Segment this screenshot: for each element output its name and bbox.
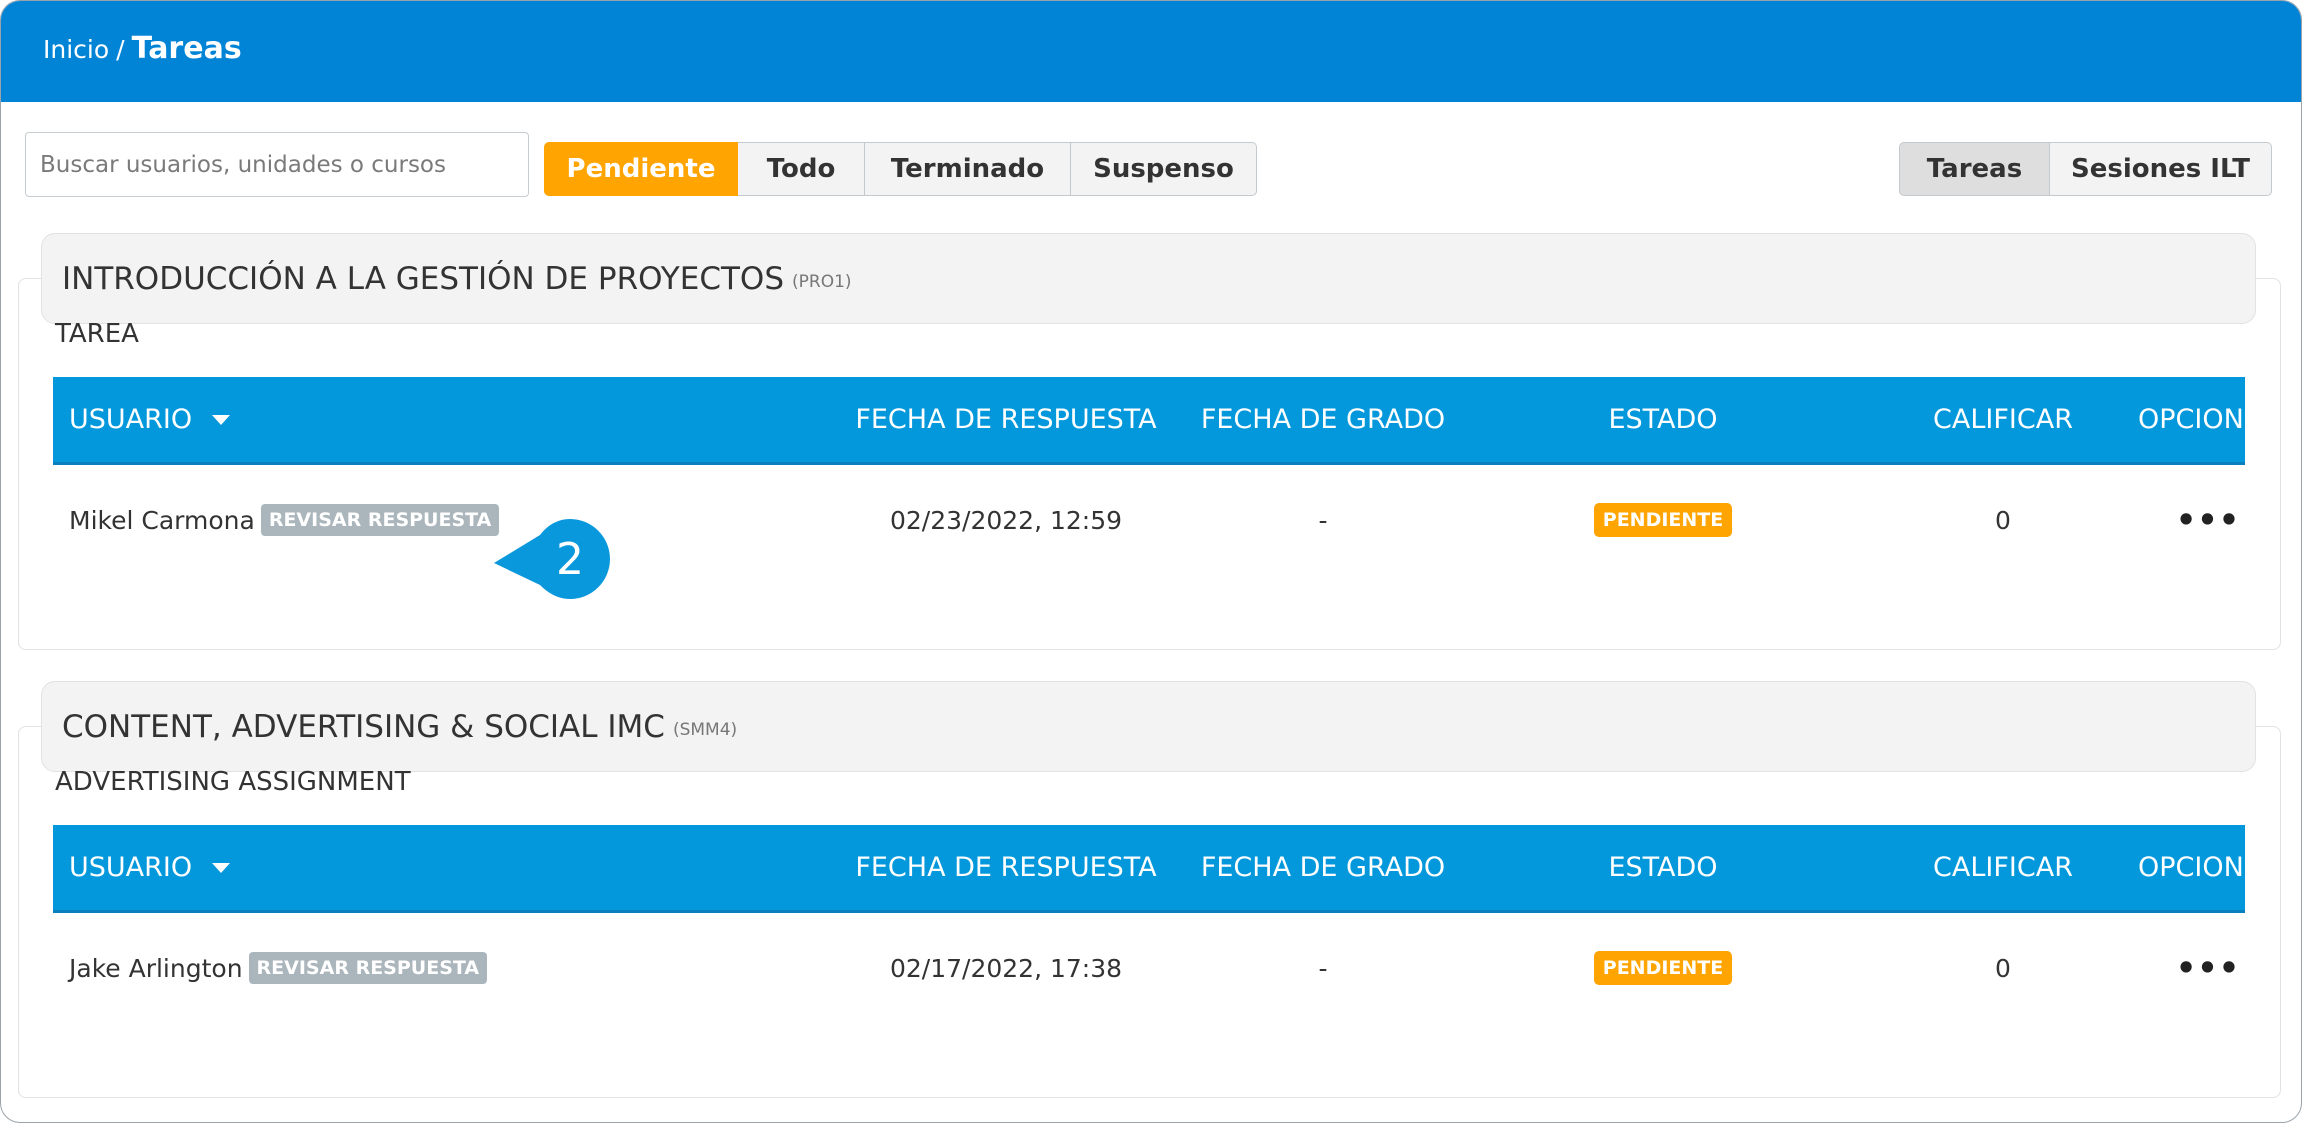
- course-code: (SMM4): [672, 719, 738, 740]
- filter-suspenso-button[interactable]: Suspenso: [1071, 142, 1257, 196]
- assignment-title: ADVERTISING ASSIGNMENT: [55, 767, 411, 797]
- course-card: INTRODUCCIÓN A LA GESTIÓN DE PROYECTOS (…: [18, 233, 2281, 650]
- status-badge: PENDIENTE: [1593, 503, 1733, 537]
- course-header: CONTENT, ADVERTISING & SOCIAL IMC (SMM4): [41, 681, 2256, 772]
- step-callout: 2: [494, 519, 610, 599]
- assignment-title: TAREA: [55, 319, 139, 349]
- course-header: INTRODUCCIÓN A LA GESTIÓN DE PROYECTOS (…: [41, 233, 2256, 324]
- grade-date-column-header: FECHA DE GRADO: [1200, 852, 1446, 883]
- filter-terminado-button[interactable]: Terminado: [865, 142, 1071, 196]
- view-toggle-group: Tareas Sesiones ILT: [1899, 142, 2272, 196]
- course-code: (PRO1): [792, 271, 852, 292]
- breadcrumb-home-link[interactable]: Inicio: [43, 35, 109, 64]
- column-header-label: USUARIO: [69, 852, 193, 883]
- sort-caret-icon: [212, 862, 231, 873]
- course-card: CONTENT, ADVERTISING & SOCIAL IMC (SMM4)…: [18, 681, 2281, 1098]
- assignments-table: USUARIO FECHA DE RESPUESTA FECHA DE GRAD…: [53, 825, 2278, 1023]
- course-title: CONTENT, ADVERTISING & SOCIAL IMC: [62, 708, 665, 745]
- status-cell: PENDIENTE: [1493, 913, 1833, 1023]
- table-row: Jake Arlington REVISAR RESPUESTA 02/17/2…: [53, 913, 2245, 1023]
- page-title: Tareas: [131, 31, 242, 66]
- options-cell: •••: [2108, 465, 2301, 575]
- grade-date-cell: -: [1318, 505, 1328, 535]
- more-options-icon[interactable]: •••: [2176, 949, 2240, 987]
- tab-tareas[interactable]: Tareas: [1899, 142, 2050, 196]
- response-date-column-header: FECHA DE RESPUESTA: [855, 404, 1157, 435]
- response-date-cell: 02/23/2022, 12:59: [889, 505, 1123, 535]
- options-column-header: OPCIONES: [2138, 852, 2278, 883]
- response-date-column-header: FECHA DE RESPUESTA: [855, 852, 1157, 883]
- course-title: INTRODUCCIÓN A LA GESTIÓN DE PROYECTOS: [62, 260, 784, 297]
- grade-date-column-header: FECHA DE GRADO: [1200, 404, 1446, 435]
- tab-sesiones-ilt[interactable]: Sesiones ILT: [2050, 142, 2272, 196]
- search-input[interactable]: [25, 132, 529, 197]
- response-date-cell: 02/17/2022, 17:38: [889, 953, 1123, 983]
- top-bar: Inicio / Tareas: [1, 1, 2301, 102]
- assignments-table: USUARIO FECHA DE RESPUESTA FECHA DE GRAD…: [53, 377, 2278, 575]
- user-name: Mikel Carmona: [69, 505, 255, 535]
- user-cell: Jake Arlington REVISAR RESPUESTA: [69, 913, 488, 1023]
- sort-caret-icon: [212, 414, 231, 425]
- status-column-header: ESTADO: [1608, 404, 1718, 435]
- breadcrumb: Inicio / Tareas: [43, 31, 242, 66]
- breadcrumb-separator: /: [116, 35, 125, 64]
- app-window: Inicio / Tareas Pendiente Todo Terminado…: [0, 0, 2302, 1123]
- filter-pendiente-button[interactable]: Pendiente: [544, 142, 738, 196]
- user-cell: Mikel Carmona REVISAR RESPUESTA: [69, 465, 500, 575]
- user-column-header[interactable]: USUARIO: [69, 377, 231, 462]
- review-response-button[interactable]: REVISAR RESPUESTA: [260, 504, 500, 536]
- user-name: Jake Arlington: [69, 953, 243, 983]
- table-header: USUARIO FECHA DE RESPUESTA FECHA DE GRAD…: [53, 825, 2278, 913]
- grade-date-cell: -: [1318, 953, 1328, 983]
- table-row: Mikel Carmona REVISAR RESPUESTA 02/23/20…: [53, 465, 2245, 575]
- status-cell: PENDIENTE: [1493, 465, 1833, 575]
- callout-number: 2: [556, 533, 584, 585]
- table-header: USUARIO FECHA DE RESPUESTA FECHA DE GRAD…: [53, 377, 2278, 465]
- filter-todo-button[interactable]: Todo: [738, 142, 865, 196]
- status-filter-group: Pendiente Todo Terminado Suspenso: [544, 142, 1257, 196]
- review-response-button[interactable]: REVISAR RESPUESTA: [248, 952, 488, 984]
- status-column-header: ESTADO: [1608, 852, 1718, 883]
- more-options-icon[interactable]: •••: [2176, 501, 2240, 539]
- column-header-label: USUARIO: [69, 404, 193, 435]
- options-column-header: OPCIONES: [2138, 404, 2278, 435]
- status-badge: PENDIENTE: [1593, 951, 1733, 985]
- user-column-header[interactable]: USUARIO: [69, 825, 231, 910]
- options-cell: •••: [2108, 913, 2301, 1023]
